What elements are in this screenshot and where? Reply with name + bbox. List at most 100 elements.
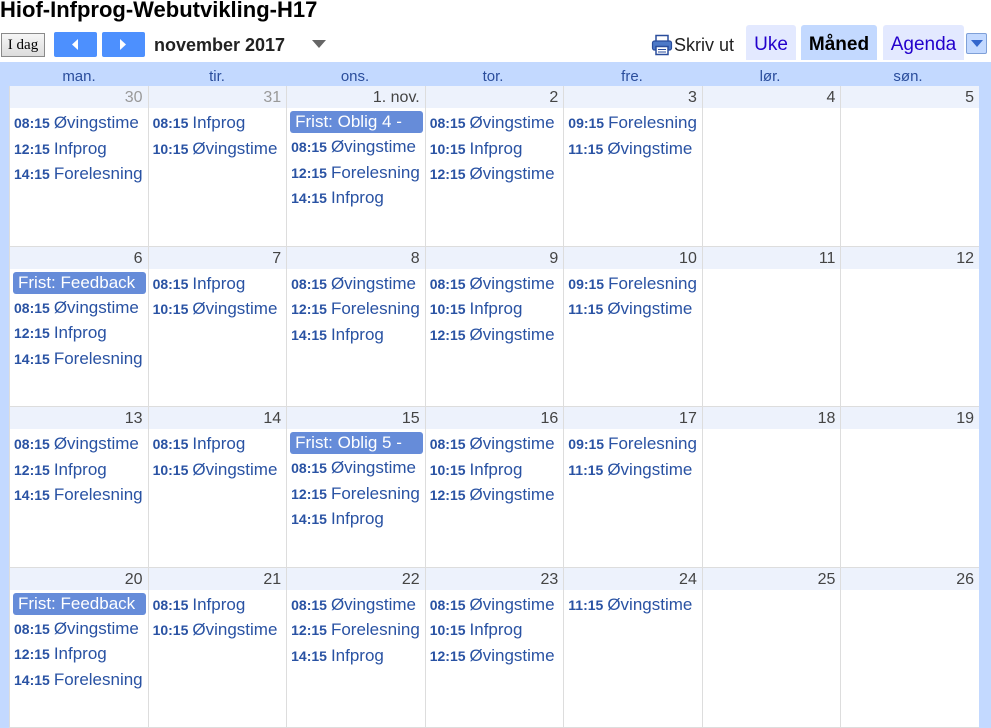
day-cell[interactable]: 14 08:15 Infprog 10:15 Øvingstime — [147, 407, 287, 568]
event-item[interactable]: 14:15 Forelesning — [10, 161, 148, 187]
event-item[interactable]: 12:15 Infprog — [10, 136, 148, 162]
event-item[interactable]: 12:15 Infprog — [10, 641, 148, 667]
day-cell[interactable]: 26 — [840, 567, 979, 728]
day-cell[interactable]: 12 — [840, 246, 979, 407]
day-cell[interactable]: 21 08:15 Infprog 10:15 Øvingstime — [147, 567, 287, 728]
day-cell[interactable]: 6 Frist: Feedback 08:15 Øvingstime 12:15 Infp… — [9, 246, 148, 407]
event-item[interactable]: 08:15 Øvingstime — [10, 616, 148, 642]
event-item[interactable]: 14:15 Infprog — [287, 322, 425, 348]
day-cell[interactable]: 31 08:15 Infprog 10:15 Øvingstime — [147, 86, 287, 247]
day-number[interactable]: 21 — [148, 567, 287, 590]
day-number[interactable]: 3 — [564, 86, 702, 108]
event-item[interactable]: 08:15 Øvingstime — [10, 110, 148, 136]
event-item[interactable]: 10:15 Infprog — [426, 136, 564, 162]
all-day-event-chip[interactable]: Frist: Oblig 5 - — [290, 432, 423, 454]
day-cell[interactable]: 19 — [840, 407, 979, 568]
day-number[interactable]: 6 — [10, 246, 148, 269]
day-number[interactable]: 12 — [841, 246, 979, 269]
event-item[interactable]: 12:15 Forelesning — [287, 160, 425, 186]
day-cell[interactable]: 16 08:15 Øvingstime 10:15 Infprog 12:15 Øvings… — [424, 407, 564, 568]
tab-week[interactable]: Uke — [746, 25, 796, 60]
day-number[interactable]: 20 — [10, 567, 148, 590]
tab-month[interactable]: Måned — [801, 25, 877, 60]
day-number[interactable]: 4 — [702, 86, 841, 108]
day-cell[interactable]: 13 08:15 Øvingstime 12:15 Infprog 14:15 Forele… — [9, 407, 148, 568]
event-item[interactable]: 08:15 Øvingstime — [287, 271, 425, 297]
event-item[interactable]: 10:15 Øvingstime — [149, 296, 287, 322]
day-number[interactable]: 26 — [841, 567, 979, 590]
day-number[interactable]: 15 — [287, 407, 425, 429]
event-item[interactable]: 08:15 Øvingstime — [10, 431, 148, 457]
day-cell[interactable]: 24 11:15 Øvingstime — [563, 567, 702, 728]
event-item[interactable]: 14:15 Forelesning — [10, 482, 148, 508]
event-item[interactable]: 14:15 Forelesning — [10, 667, 148, 693]
event-item[interactable]: 11:15 Øvingstime — [564, 457, 702, 483]
today-button[interactable]: I dag — [1, 33, 45, 57]
event-item[interactable]: 08:15 Øvingstime — [426, 110, 564, 136]
day-number[interactable]: 11 — [702, 246, 841, 269]
event-item[interactable]: 08:15 Infprog — [149, 431, 287, 457]
event-item[interactable]: 09:15 Forelesning — [564, 110, 702, 136]
event-item[interactable]: 08:15 Infprog — [149, 110, 287, 136]
day-cell[interactable]: 10 09:15 Forelesning 11:15 Øvingstime — [563, 246, 702, 407]
event-item[interactable]: 08:15 Øvingstime — [426, 592, 564, 618]
event-item[interactable]: 11:15 Øvingstime — [564, 136, 702, 162]
day-number[interactable]: 5 — [841, 86, 979, 108]
day-number[interactable]: 10 — [564, 246, 702, 269]
event-item[interactable]: 09:15 Forelesning — [564, 271, 702, 297]
event-item[interactable]: 08:15 Øvingstime — [426, 271, 564, 297]
view-options-dropdown-icon[interactable] — [966, 33, 987, 54]
next-month-button[interactable] — [102, 32, 145, 57]
event-item[interactable]: 14:15 Infprog — [287, 185, 425, 211]
day-cell[interactable]: 4 — [701, 86, 841, 247]
all-day-event-chip[interactable]: Frist: Feedback — [13, 271, 146, 294]
event-item[interactable]: 10:15 Øvingstime — [149, 617, 287, 643]
event-item[interactable]: 08:15 Øvingstime — [10, 295, 148, 321]
event-item[interactable]: 14:15 Infprog — [287, 643, 425, 669]
event-item[interactable]: 14:15 Forelesning — [10, 346, 148, 372]
day-cell[interactable]: 3 09:15 Forelesning 11:15 Øvingstime — [563, 86, 702, 247]
all-day-event-chip[interactable]: Frist: Oblig 4 - — [290, 111, 423, 133]
event-item[interactable]: 10:15 Infprog — [426, 457, 564, 483]
event-item[interactable]: 12:15 Øvingstime — [426, 482, 564, 508]
event-item[interactable]: 10:15 Infprog — [426, 296, 564, 322]
event-item[interactable]: 08:15 Øvingstime — [287, 592, 425, 618]
event-item[interactable]: 12:15 Forelesning — [287, 481, 425, 507]
event-item[interactable]: 10:15 Infprog — [426, 617, 564, 643]
event-item[interactable]: 10:15 Øvingstime — [149, 136, 287, 162]
previous-month-button[interactable] — [54, 32, 97, 57]
event-item[interactable]: 12:15 Infprog — [10, 320, 148, 346]
day-cell[interactable]: 25 — [701, 567, 841, 728]
day-number[interactable]: 8 — [287, 246, 425, 269]
day-cell[interactable]: 20 Frist: Feedback 08:15 Øvingstime 12:15 Inf… — [9, 567, 148, 728]
event-item[interactable]: 09:15 Forelesning — [564, 431, 702, 457]
day-number[interactable]: 19 — [841, 407, 979, 429]
day-number[interactable]: 9 — [425, 246, 564, 269]
event-item[interactable]: 12:15 Infprog — [10, 457, 148, 483]
day-number[interactable]: 1. nov. — [287, 86, 425, 108]
event-item[interactable]: 10:15 Øvingstime — [149, 457, 287, 483]
day-cell[interactable]: 5 — [840, 86, 979, 247]
day-cell[interactable]: 23 08:15 Øvingstime 10:15 Infprog 12:15 Øvings… — [424, 567, 564, 728]
day-number[interactable]: 22 — [287, 567, 425, 590]
day-cell[interactable]: 1. nov. Frist: Oblig 4 -08:15 Øvingstime 12… — [286, 86, 425, 247]
day-cell[interactable]: 15 Frist: Oblig 5 -08:15 Øvingstime 12:15 Fo… — [286, 407, 425, 568]
event-item[interactable]: 08:15 Øvingstime — [287, 134, 425, 160]
day-number[interactable]: 24 — [564, 567, 702, 590]
day-number[interactable]: 13 — [10, 407, 148, 429]
day-cell[interactable]: 22 08:15 Øvingstime 12:15 Forelesning 14:15 In… — [286, 567, 425, 728]
day-number[interactable]: 31 — [148, 86, 287, 108]
day-number[interactable]: 17 — [564, 407, 702, 429]
month-picker-chevron-down-icon[interactable] — [312, 40, 326, 48]
event-item[interactable]: 11:15 Øvingstime — [564, 592, 702, 618]
event-item[interactable]: 08:15 Infprog — [149, 271, 287, 297]
event-item[interactable]: 14:15 Infprog — [287, 506, 425, 532]
day-cell[interactable]: 9 08:15 Øvingstime 10:15 Infprog 12:15 Øvingst… — [424, 246, 564, 407]
day-cell[interactable]: 2 08:15 Øvingstime 10:15 Infprog 12:15 Øvingst… — [424, 86, 564, 247]
event-item[interactable]: 08:15 Øvingstime — [426, 431, 564, 457]
day-number[interactable]: 30 — [10, 86, 148, 108]
event-item[interactable]: 12:15 Forelesning — [287, 296, 425, 322]
day-cell[interactable]: 7 08:15 Infprog 10:15 Øvingstime — [147, 246, 287, 407]
event-item[interactable]: 08:15 Øvingstime — [287, 455, 425, 481]
event-item[interactable]: 12:15 Øvingstime — [426, 643, 564, 669]
